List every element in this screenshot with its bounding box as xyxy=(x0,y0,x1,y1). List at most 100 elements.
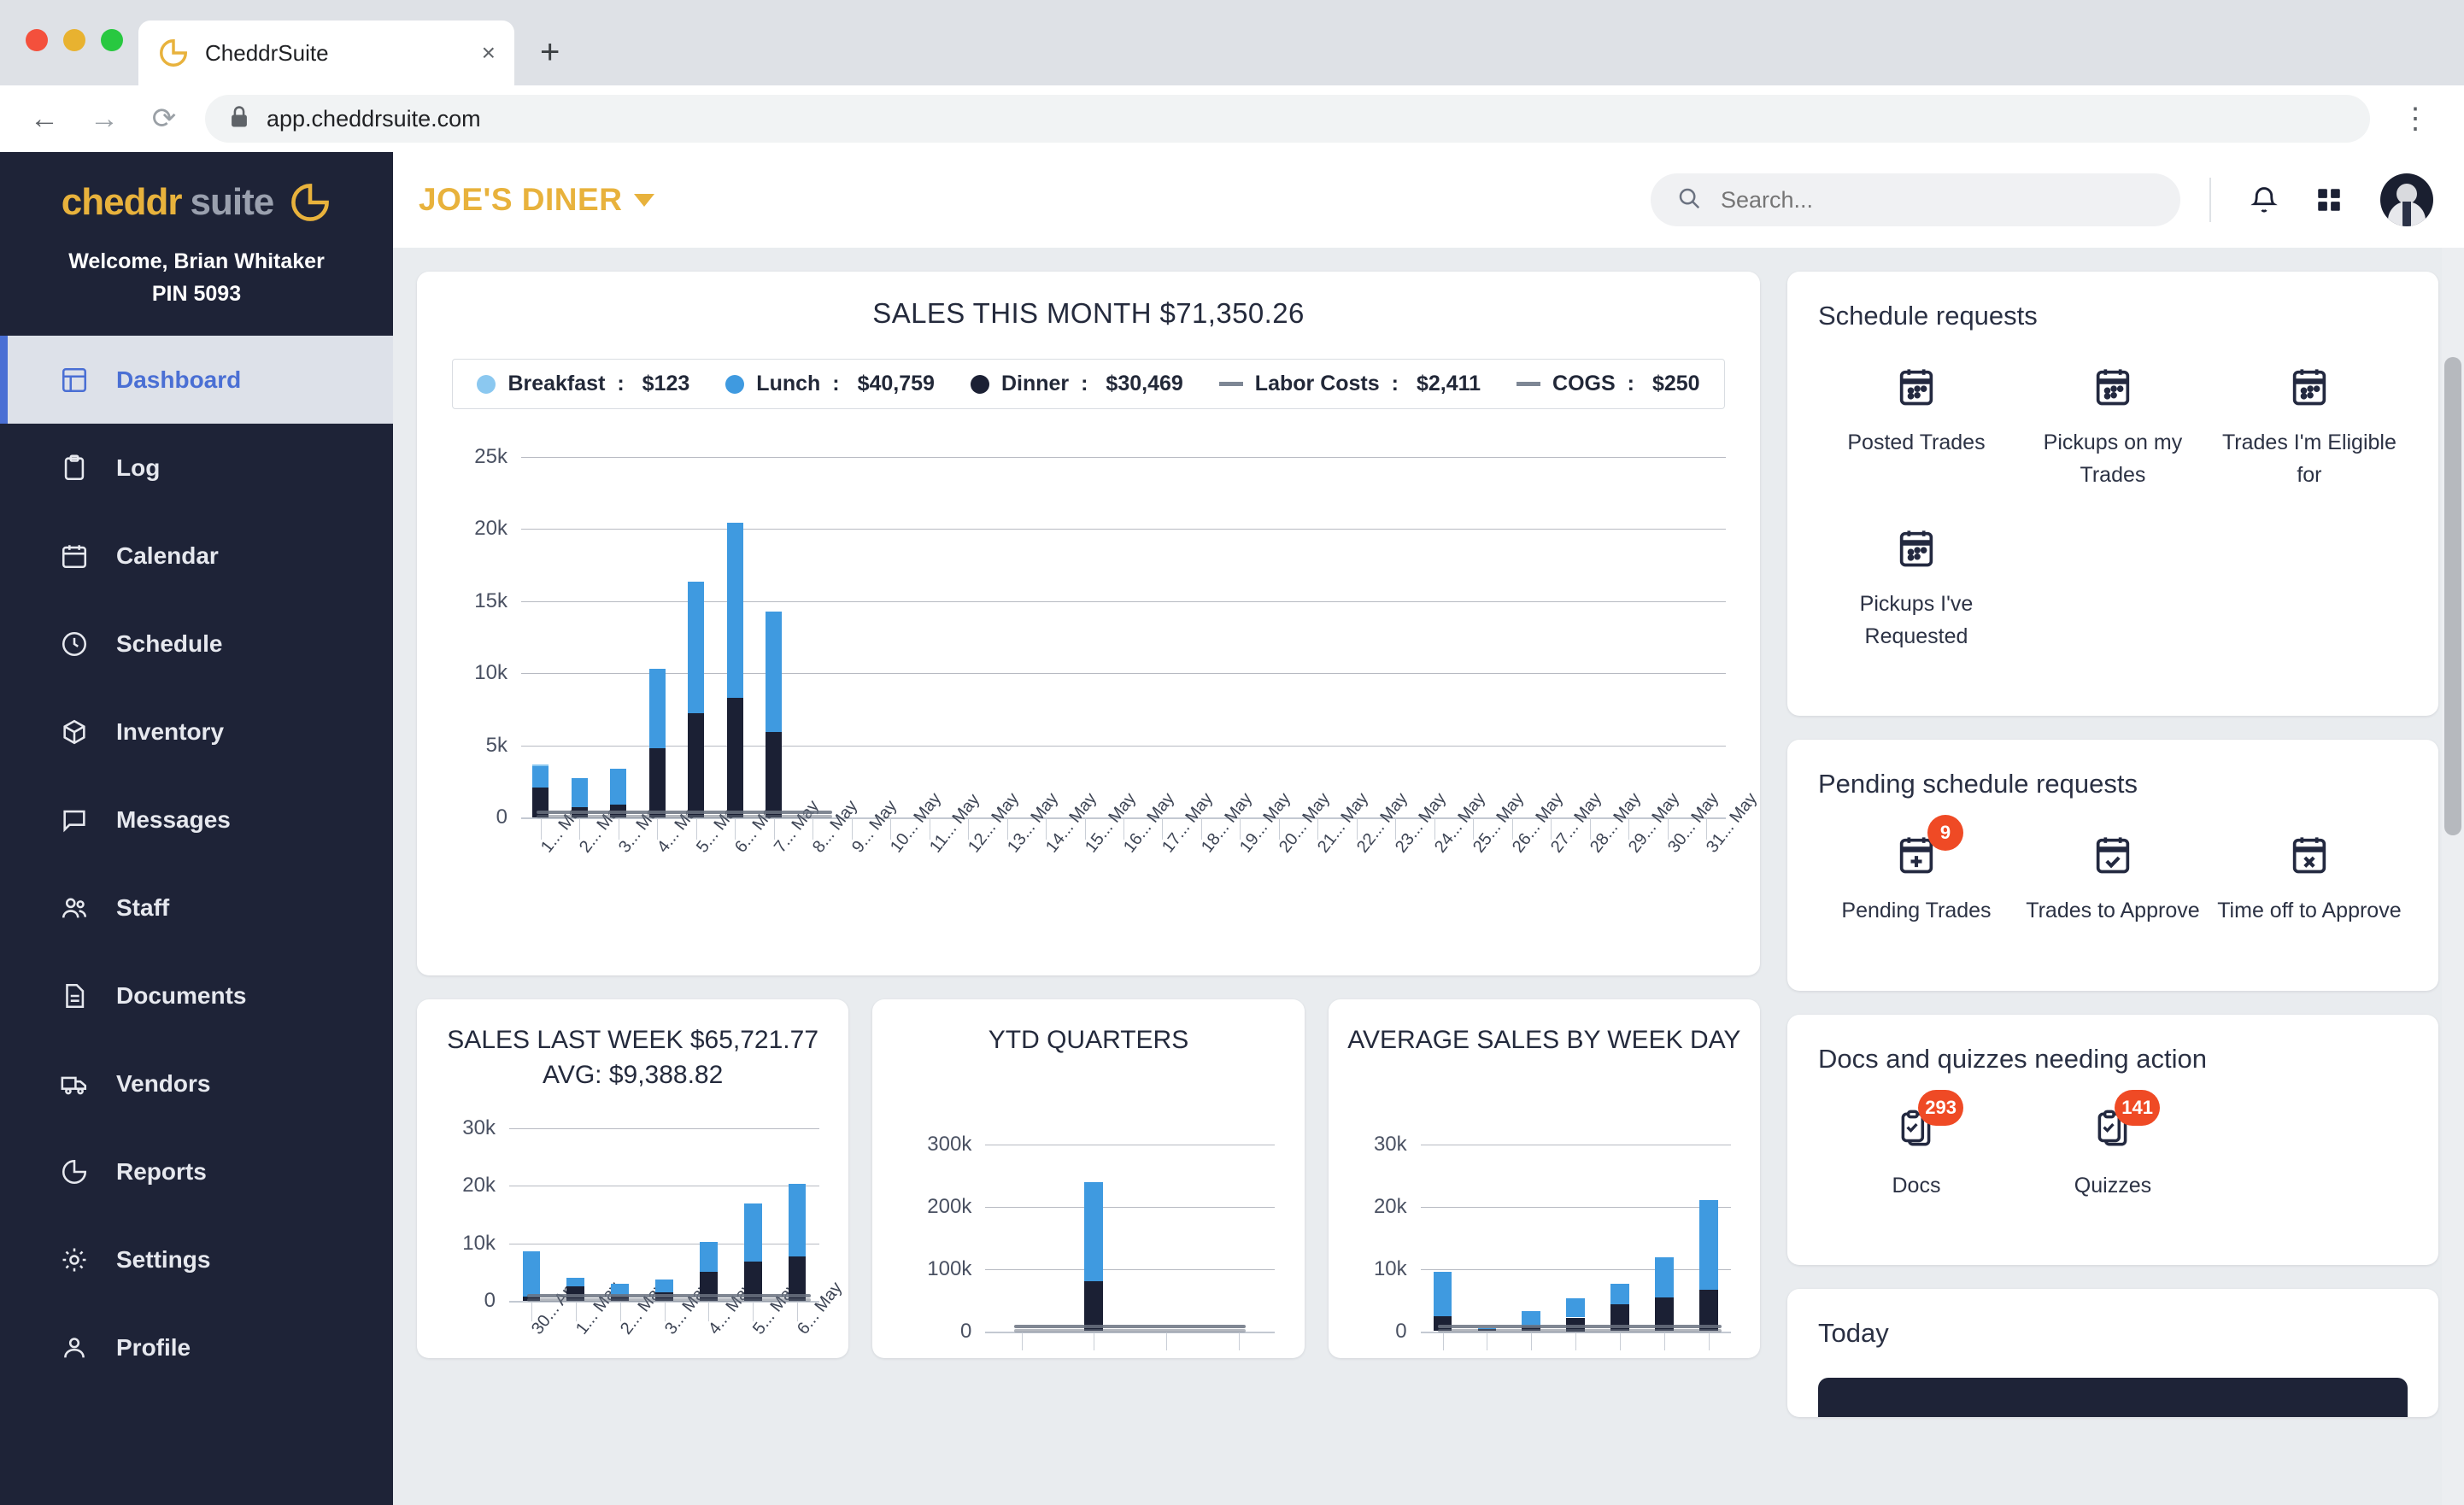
x-axis-tick xyxy=(579,817,580,840)
bar-segment[interactable] xyxy=(1084,1281,1103,1331)
dashboard-side-column: Schedule requests Posted Trades xyxy=(1787,272,2438,1505)
bar-segment[interactable] xyxy=(532,766,549,788)
bar-segment[interactable] xyxy=(523,1251,541,1297)
legend-value: $30,469 xyxy=(1106,372,1182,396)
sidebar-item-calendar[interactable]: Calendar xyxy=(0,512,393,600)
bar-segment[interactable] xyxy=(566,1278,584,1286)
tile-time-off-to-approve[interactable]: Time off to Approve xyxy=(2211,829,2408,928)
bar-segment[interactable] xyxy=(1084,1182,1103,1281)
sidebar-item-profile[interactable]: Profile xyxy=(0,1303,393,1391)
sidebar-item-staff[interactable]: Staff xyxy=(0,864,393,952)
new-tab-button[interactable]: + xyxy=(540,33,560,72)
legend-value: $40,759 xyxy=(858,372,935,396)
y-axis-tick-label: 10k xyxy=(1347,1257,1407,1281)
bar-segment[interactable] xyxy=(649,669,666,748)
tile-trades-im-eligible-for[interactable]: Trades I'm Eligible for xyxy=(2211,360,2408,491)
bar-segment[interactable] xyxy=(1434,1272,1452,1316)
venue-name: JOE'S DINER xyxy=(419,182,622,218)
y-axis-tick-label: 5k xyxy=(439,734,507,758)
search-input[interactable] xyxy=(1721,187,2155,214)
minimize-window-button[interactable] xyxy=(63,29,85,51)
browser-tab[interactable]: CheddrSuite × xyxy=(138,20,514,85)
y-axis-tick-label: 30k xyxy=(436,1116,496,1140)
legend-item-breakfast[interactable]: Breakfast: $123 xyxy=(477,372,689,396)
brand-logo[interactable]: cheddrsuite xyxy=(0,152,393,243)
y-axis-tick-label: 20k xyxy=(436,1174,496,1198)
bar-segment[interactable] xyxy=(1655,1257,1674,1297)
sidebar-item-dashboard[interactable]: Dashboard xyxy=(0,336,393,424)
bar-segment[interactable] xyxy=(744,1203,762,1262)
bar-segment[interactable] xyxy=(655,1280,673,1292)
bar-segment[interactable] xyxy=(766,732,782,817)
tile-trades-to-approve[interactable]: Trades to Approve xyxy=(2015,829,2211,928)
sidebar-item-label: Inventory xyxy=(116,718,224,746)
scrollbar-thumb[interactable] xyxy=(2444,357,2461,835)
bar-segment[interactable] xyxy=(727,523,743,698)
tab-strip: CheddrSuite × + xyxy=(0,0,2464,85)
legend-item-dinner[interactable]: Dinner: $30,469 xyxy=(971,372,1183,396)
sales-last-week-plot: 010k20k30k30... Apr1... May2... May3... … xyxy=(436,1108,830,1358)
clipboard-check-icon: 141 xyxy=(2086,1104,2139,1157)
grid-icon[interactable] xyxy=(2305,176,2353,224)
venue-selector[interactable]: JOE'S DINER xyxy=(419,182,654,218)
y-axis-tick-label: 30k xyxy=(1347,1133,1407,1157)
average-sales-plot: 010k20k30k xyxy=(1347,1123,1741,1359)
x-axis-tick xyxy=(1166,1332,1167,1350)
tile-docs[interactable]: 293 Docs xyxy=(1818,1104,2015,1203)
gridline xyxy=(521,457,1726,458)
bar-segment[interactable] xyxy=(688,582,704,713)
back-button[interactable]: ← xyxy=(26,102,63,136)
window-controls[interactable] xyxy=(26,29,123,51)
tile-pending-trades[interactable]: 9 Pending Trades xyxy=(1818,829,2015,928)
dashboard-main-column: SALES THIS MONTH $71,350.26 Breakfast: $… xyxy=(417,272,1760,1505)
bar-segment[interactable] xyxy=(532,764,549,766)
x-axis-tick xyxy=(1551,817,1552,840)
bar-segment[interactable] xyxy=(700,1242,718,1272)
sidebar-item-settings[interactable]: Settings xyxy=(0,1215,393,1303)
x-axis-tick xyxy=(541,817,542,840)
sidebar-item-label: Vendors xyxy=(116,1070,210,1098)
sidebar-item-reports[interactable]: Reports xyxy=(0,1127,393,1215)
bar-segment[interactable] xyxy=(610,769,626,804)
tile-posted-trades[interactable]: Posted Trades xyxy=(1818,360,2015,491)
dashboard-scroll-area[interactable]: SALES THIS MONTH $71,350.26 Breakfast: $… xyxy=(393,248,2464,1505)
y-axis-tick-label: 300k xyxy=(891,1133,971,1157)
x-axis-tick xyxy=(1473,817,1474,840)
bar-segment[interactable] xyxy=(766,612,782,732)
legend-label: Breakfast xyxy=(507,372,605,396)
close-tab-button[interactable]: × xyxy=(482,39,496,67)
bar-segment[interactable] xyxy=(572,778,588,807)
calendar-icon xyxy=(2283,360,2336,413)
sidebar-item-schedule[interactable]: Schedule xyxy=(0,600,393,688)
vertical-scrollbar[interactable] xyxy=(2442,248,2464,1505)
tile-pickups-ive-requested[interactable]: Pickups I've Requested xyxy=(1818,522,2015,653)
search-box[interactable] xyxy=(1651,173,2180,226)
tile-pickups-on-my-trades[interactable]: Pickups on my Trades xyxy=(2015,360,2211,491)
bar-segment[interactable] xyxy=(688,713,704,817)
forward-button[interactable]: → xyxy=(85,102,123,136)
legend-item-labor-costs[interactable]: Labor Costs: $2,411 xyxy=(1219,372,1481,396)
maximize-window-button[interactable] xyxy=(101,29,123,51)
sidebar-item-log[interactable]: Log xyxy=(0,424,393,512)
close-window-button[interactable] xyxy=(26,29,48,51)
sidebar-item-inventory[interactable]: Inventory xyxy=(0,688,393,776)
tile-quizzes[interactable]: 141 Quizzes xyxy=(2015,1104,2211,1203)
legend-item-cogs[interactable]: COGS: $250 xyxy=(1517,372,1700,396)
bar-segment[interactable] xyxy=(1566,1298,1585,1318)
bar-segment[interactable] xyxy=(649,748,666,817)
sidebar-item-documents[interactable]: Documents xyxy=(0,952,393,1039)
address-bar[interactable]: app.cheddrsuite.com xyxy=(205,95,2370,143)
bell-icon[interactable] xyxy=(2240,176,2288,224)
bar-segment[interactable] xyxy=(789,1184,807,1256)
legend-item-lunch[interactable]: Lunch: $40,759 xyxy=(725,372,935,396)
avatar[interactable] xyxy=(2380,173,2433,226)
browser-menu-button[interactable]: ⋮ xyxy=(2392,102,2438,136)
sidebar-item-label: Log xyxy=(116,454,160,482)
bar-segment[interactable] xyxy=(1610,1284,1629,1304)
reload-button[interactable]: ⟳ xyxy=(145,102,183,136)
tile-label: Trades I'm Eligible for xyxy=(2211,427,2408,491)
sidebar-item-messages[interactable]: Messages xyxy=(0,776,393,864)
bar-segment[interactable] xyxy=(1699,1200,1718,1290)
sidebar-item-vendors[interactable]: Vendors xyxy=(0,1039,393,1127)
bar-segment[interactable] xyxy=(727,698,743,817)
